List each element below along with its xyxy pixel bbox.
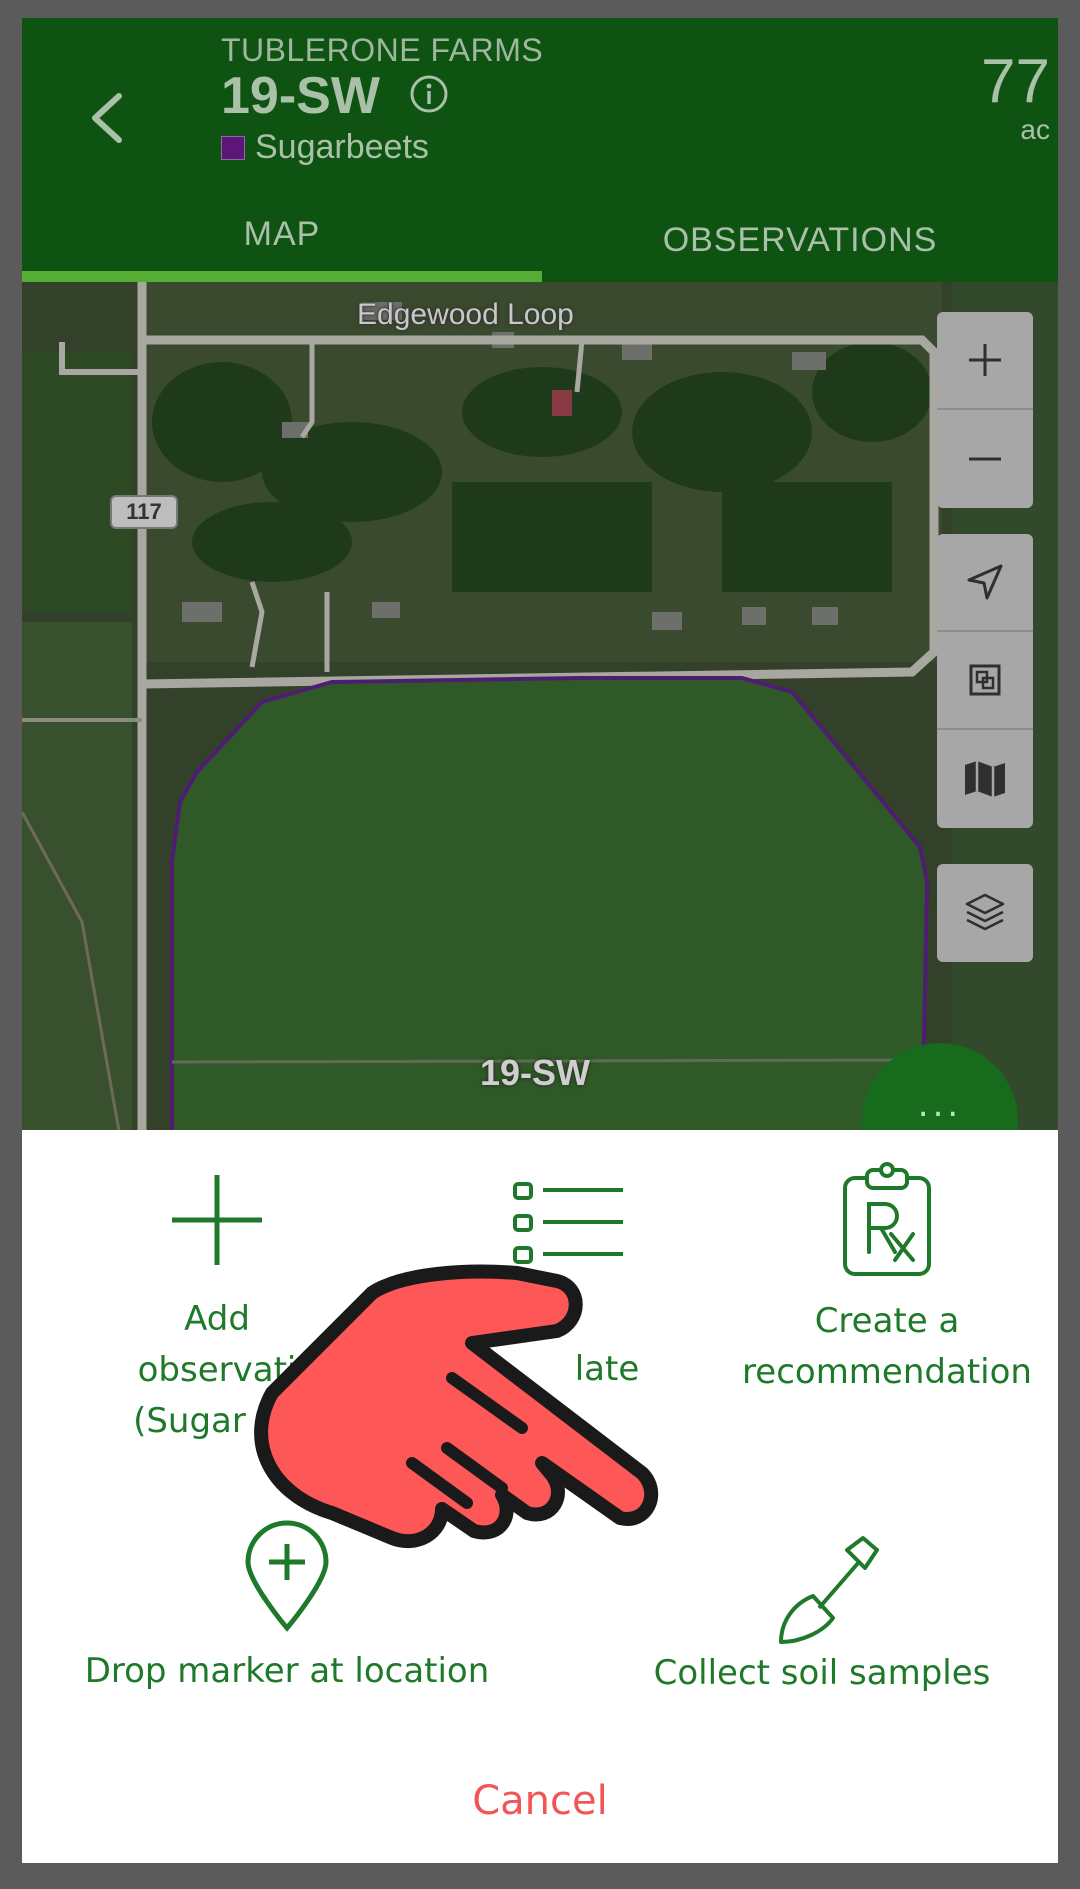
acreage-unit: ac (1020, 114, 1050, 145)
active-tab-indicator (22, 271, 542, 282)
minus-icon (969, 457, 1001, 461)
field-header: TUBLERONE FARMS 19-SW Sugarbeets 77 ac M… (22, 18, 1058, 282)
fit-bounds-icon (969, 664, 1001, 696)
pointing-hand-icon (254, 1264, 659, 1549)
collect-soil-samples-label: Collect soil samples (653, 1653, 991, 1693)
basemap-button[interactable] (937, 730, 1033, 828)
zoom-out-button[interactable] (937, 410, 1033, 508)
create-recommendation-label: Create a recommendation (742, 1301, 1032, 1392)
list-icon (513, 1182, 623, 1264)
farm-name: TUBLERONE FARMS (221, 32, 544, 68)
crop-name: Sugarbeets (255, 128, 429, 166)
satellite-map[interactable]: Edgewood Loop 117 19-SW (22, 282, 1058, 1148)
app-screen: TUBLERONE FARMS 19-SW Sugarbeets 77 ac M… (22, 18, 1058, 1863)
my-location-button[interactable] (937, 534, 1033, 632)
plus-icon (172, 1175, 262, 1265)
tab-observations[interactable]: OBSERVATIONS (542, 203, 1058, 282)
navigation-arrow-icon (967, 564, 1003, 600)
field-title: 19-SW (221, 67, 380, 125)
map-tools (937, 534, 1033, 828)
cancel-button[interactable]: Cancel (22, 1778, 1058, 1824)
zoom-in-button[interactable] (937, 312, 1033, 410)
map-field-label: 19-SW (480, 1052, 591, 1093)
zoom-controls (937, 312, 1033, 508)
crop-color-swatch (221, 135, 245, 160)
layers-button[interactable] (937, 864, 1033, 962)
road-label: Edgewood Loop (357, 298, 574, 331)
plus-icon (969, 344, 1001, 376)
layers-control (937, 864, 1033, 962)
chevron-left-icon (92, 93, 122, 143)
crop-indicator: Sugarbeets (221, 128, 429, 167)
prescription-clipboard-icon (843, 1162, 931, 1276)
layers-icon (965, 893, 1005, 931)
back-button[interactable] (62, 68, 152, 168)
map-icon (965, 761, 1005, 797)
route-shield: 117 (110, 495, 178, 529)
acreage-value: 77 (981, 47, 1050, 116)
shovel-icon (779, 1536, 879, 1644)
fit-field-button[interactable] (937, 632, 1033, 730)
drop-marker-label: Drop marker at location (84, 1651, 490, 1691)
satellite-imagery (22, 282, 1058, 1148)
info-icon[interactable] (409, 74, 449, 114)
